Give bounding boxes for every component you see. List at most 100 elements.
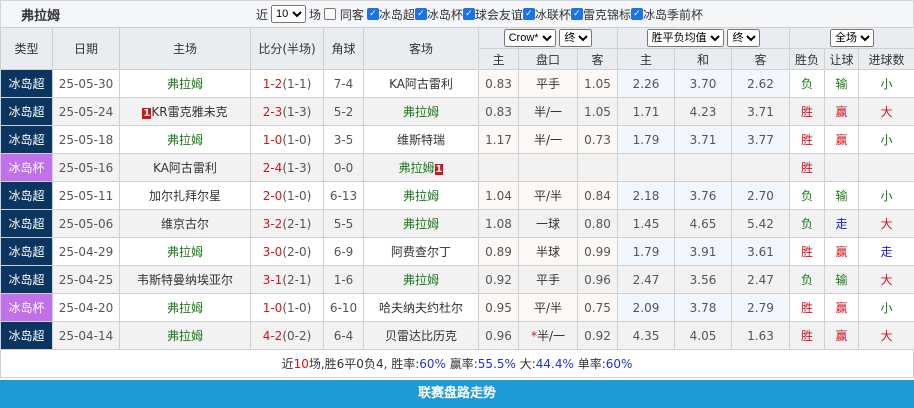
asian-time-select[interactable]: 终 bbox=[559, 29, 592, 47]
table-row[interactable]: 冰岛超 25-04-29 弗拉姆 3-0(2-0) 6-9 阿费查尔丁 0.89… bbox=[1, 238, 914, 266]
match-type[interactable]: 冰岛超 bbox=[1, 238, 53, 266]
score[interactable]: 4-2(0-2) bbox=[251, 322, 324, 350]
asian-away-odds: 0.99 bbox=[578, 238, 618, 266]
home-team[interactable]: 维京古尔 bbox=[120, 210, 251, 238]
euro-select[interactable]: 胜平负均值 bbox=[647, 29, 724, 47]
asian-line: 平/半 bbox=[519, 182, 578, 210]
col-eu-draw: 和 bbox=[675, 49, 732, 70]
table-row[interactable]: 冰岛杯 25-04-20 弗拉姆 1-0(1-0) 6-10 哈夫纳夫约杜尔 0… bbox=[1, 294, 914, 322]
away-team[interactable]: 阿费查尔丁 bbox=[364, 238, 479, 266]
home-team[interactable]: 1KR雷克雅未克 bbox=[120, 98, 251, 126]
filter-checkbox[interactable]: ✓冰联杯 bbox=[523, 6, 571, 23]
score[interactable]: 3-0(2-0) bbox=[251, 238, 324, 266]
home-team[interactable]: 弗拉姆 bbox=[120, 322, 251, 350]
recent-count-select[interactable]: 10 bbox=[271, 5, 306, 23]
score[interactable]: 2-0(1-0) bbox=[251, 182, 324, 210]
score[interactable]: 1-0(1-0) bbox=[251, 294, 324, 322]
score[interactable]: 1-2(1-1) bbox=[251, 70, 324, 98]
home-team[interactable]: 弗拉姆 bbox=[120, 294, 251, 322]
red-card-badge: 1 bbox=[435, 164, 444, 175]
asian-home-odds: 0.95 bbox=[479, 294, 519, 322]
away-team[interactable]: 弗拉姆 bbox=[364, 98, 479, 126]
filter-checkbox[interactable]: ✓球会友谊 bbox=[463, 6, 523, 23]
col-hcap: 让球 bbox=[825, 49, 859, 70]
result-handicap: 走 bbox=[825, 210, 859, 238]
home-team[interactable]: 弗拉姆 bbox=[120, 126, 251, 154]
result-wl: 胜 bbox=[790, 322, 825, 350]
asian-home-odds: 1.08 bbox=[479, 210, 519, 238]
match-type[interactable]: 冰岛杯 bbox=[1, 294, 53, 322]
table-row[interactable]: 冰岛超 25-05-11 加尔扎拜尔星 2-0(1-0) 6-13 弗拉姆 1.… bbox=[1, 182, 914, 210]
asian-home-odds: 0.89 bbox=[479, 238, 519, 266]
table-row[interactable]: 冰岛超 25-05-18 弗拉姆 1-0(1-0) 3-5 维斯特瑞 1.17 … bbox=[1, 126, 914, 154]
away-team[interactable]: 维斯特瑞 bbox=[364, 126, 479, 154]
euro-time-select[interactable]: 终 bbox=[727, 29, 760, 47]
home-team[interactable]: KA阿古雷利 bbox=[120, 154, 251, 182]
table-row[interactable]: 冰岛超 25-05-06 维京古尔 3-2(2-1) 5-5 弗拉姆 1.08 … bbox=[1, 210, 914, 238]
score[interactable]: 3-2(2-1) bbox=[251, 210, 324, 238]
same-checkbox[interactable]: 同客 bbox=[324, 6, 364, 23]
table-row[interactable]: 冰岛超 25-05-30 弗拉姆 1-2(1-1) 7-4 KA阿古雷利 0.8… bbox=[1, 70, 914, 98]
company-select[interactable]: Crow* bbox=[504, 29, 556, 47]
col-corner: 角球 bbox=[324, 28, 364, 70]
col-away: 客场 bbox=[364, 28, 479, 70]
filter-checkbox[interactable]: ✓雷克锦标 bbox=[571, 6, 631, 23]
match-type[interactable]: 冰岛杯 bbox=[1, 154, 53, 182]
home-team[interactable]: 弗拉姆 bbox=[120, 70, 251, 98]
match-type[interactable]: 冰岛超 bbox=[1, 182, 53, 210]
corners: 7-4 bbox=[324, 70, 364, 98]
home-team[interactable]: 加尔扎拜尔星 bbox=[120, 182, 251, 210]
away-team[interactable]: 弗拉姆 bbox=[364, 266, 479, 294]
col-as-home: 主 bbox=[479, 49, 519, 70]
match-type[interactable]: 冰岛超 bbox=[1, 98, 53, 126]
result-goals bbox=[859, 154, 914, 182]
filter-checkbox[interactable]: ✓冰岛超 bbox=[367, 6, 415, 23]
match-type[interactable]: 冰岛超 bbox=[1, 210, 53, 238]
result-handicap bbox=[825, 154, 859, 182]
home-team[interactable]: 韦斯特曼纳埃亚尔 bbox=[120, 266, 251, 294]
summary: 近10场,胜6平0负4, 胜率:60% 赢率:55.5% 大:44.4% 单率:… bbox=[0, 350, 914, 378]
table-row[interactable]: 冰岛超 25-05-24 1KR雷克雅未克 2-3(1-3) 5-2 弗拉姆 0… bbox=[1, 98, 914, 126]
home-team[interactable]: 弗拉姆 bbox=[120, 238, 251, 266]
asian-home-odds: 0.83 bbox=[479, 98, 519, 126]
away-team[interactable]: 弗拉姆 bbox=[364, 182, 479, 210]
table-row[interactable]: 冰岛杯 25-05-16 KA阿古雷利 2-4(1-3) 0-0 弗拉姆1 胜 bbox=[1, 154, 914, 182]
league-trend-button[interactable]: 联赛盘路走势 bbox=[0, 380, 914, 408]
match-type[interactable]: 冰岛超 bbox=[1, 126, 53, 154]
result-goals: 大 bbox=[859, 266, 914, 294]
match-type[interactable]: 冰岛超 bbox=[1, 70, 53, 98]
score[interactable]: 1-0(1-0) bbox=[251, 126, 324, 154]
euro-draw-odds: 3.78 bbox=[675, 294, 732, 322]
euro-away-odds: 2.79 bbox=[732, 294, 790, 322]
away-team[interactable]: 贝雷达比历克 bbox=[364, 322, 479, 350]
result-wl: 胜 bbox=[790, 154, 825, 182]
score[interactable]: 2-4(1-3) bbox=[251, 154, 324, 182]
match-type[interactable]: 冰岛超 bbox=[1, 322, 53, 350]
corners: 5-5 bbox=[324, 210, 364, 238]
result-wl: 胜 bbox=[790, 238, 825, 266]
asian-line: 平/半 bbox=[519, 294, 578, 322]
euro-away-odds: 5.42 bbox=[732, 210, 790, 238]
unit-label: 场 bbox=[309, 6, 321, 23]
score[interactable]: 2-3(1-3) bbox=[251, 98, 324, 126]
scope-select[interactable]: 全场 bbox=[830, 29, 874, 47]
result-goals: 大 bbox=[859, 98, 914, 126]
asian-line: 一球 bbox=[519, 210, 578, 238]
result-wl: 负 bbox=[790, 210, 825, 238]
euro-draw-odds: 3.71 bbox=[675, 126, 732, 154]
asian-line bbox=[519, 154, 578, 182]
result-goals: 走 bbox=[859, 238, 914, 266]
away-team[interactable]: KA阿古雷利 bbox=[364, 70, 479, 98]
match-date: 25-04-25 bbox=[53, 266, 120, 294]
filter-checkbox[interactable]: ✓冰岛季前杯 bbox=[631, 6, 703, 23]
away-team[interactable]: 哈夫纳夫约杜尔 bbox=[364, 294, 479, 322]
table-row[interactable]: 冰岛超 25-04-25 韦斯特曼纳埃亚尔 3-1(2-1) 1-6 弗拉姆 0… bbox=[1, 266, 914, 294]
filter-checkbox[interactable]: ✓冰岛杯 bbox=[415, 6, 463, 23]
away-team[interactable]: 弗拉姆 bbox=[364, 210, 479, 238]
table-row[interactable]: 冰岛超 25-04-14 弗拉姆 4-2(0-2) 6-4 贝雷达比历克 0.9… bbox=[1, 322, 914, 350]
euro-away-odds: 3.77 bbox=[732, 126, 790, 154]
match-type[interactable]: 冰岛超 bbox=[1, 266, 53, 294]
score[interactable]: 3-1(2-1) bbox=[251, 266, 324, 294]
away-team[interactable]: 弗拉姆1 bbox=[364, 154, 479, 182]
match-date: 25-05-06 bbox=[53, 210, 120, 238]
